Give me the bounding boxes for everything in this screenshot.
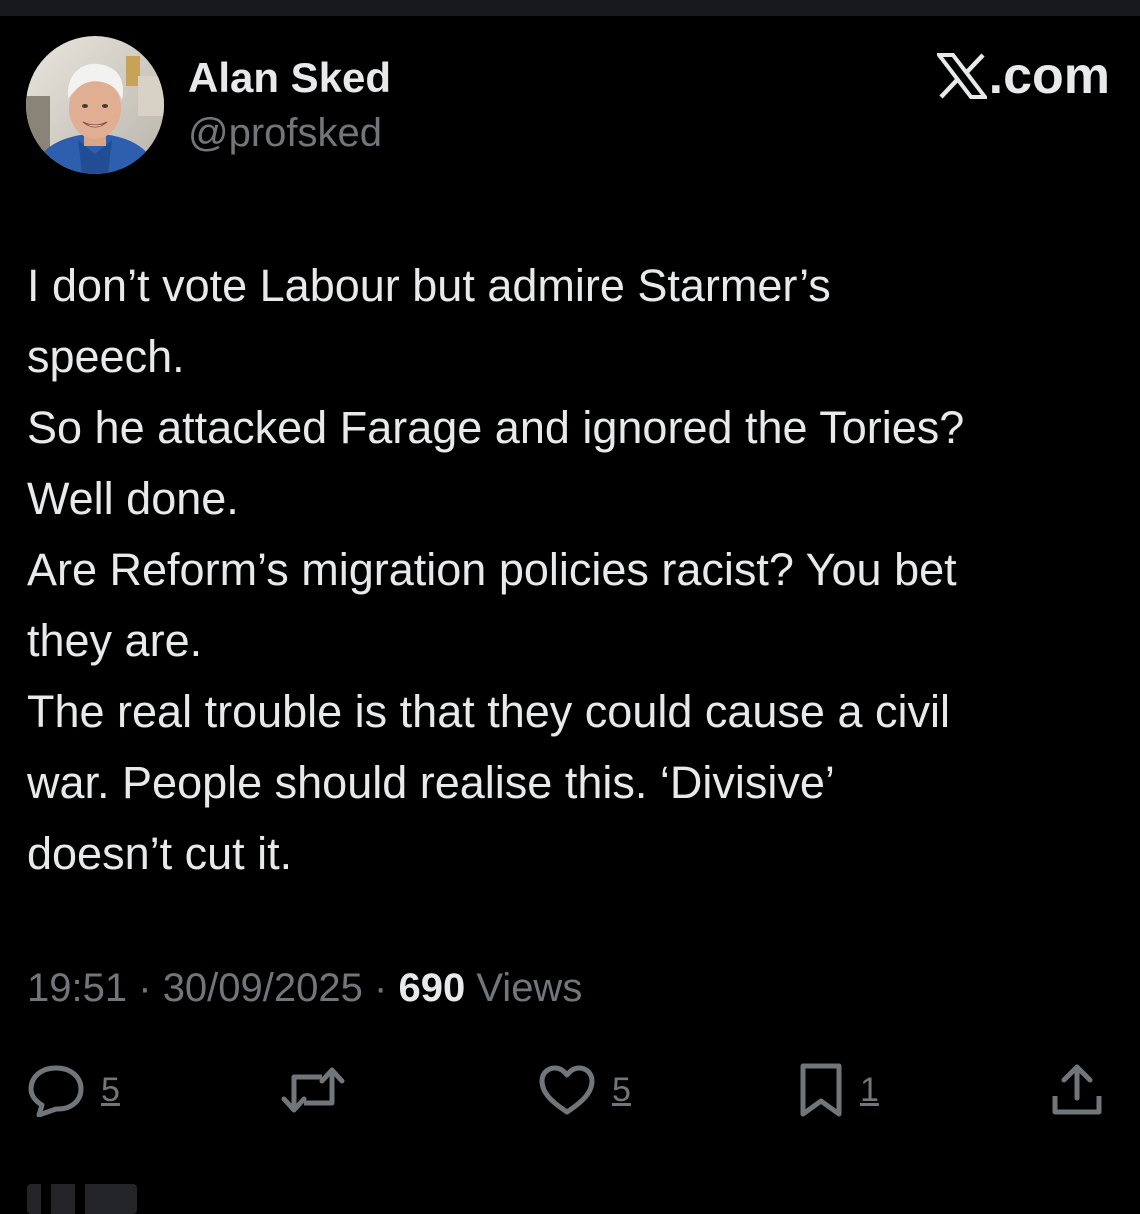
tweet-line: war. People should realise this. ‘Divisi…	[27, 757, 835, 808]
author-handle[interactable]: @profsked	[188, 108, 391, 158]
tweet-text: I don’t vote Labour but admire Starmer’s…	[27, 250, 1127, 889]
tweet-line: they are.	[27, 615, 203, 666]
brand-logo: .com	[936, 46, 1110, 106]
reply-button[interactable]: 5	[27, 1060, 120, 1120]
like-button[interactable]: 5	[538, 1060, 631, 1120]
tweet-line: The real trouble is that they could caus…	[27, 686, 950, 737]
share-icon	[1052, 1064, 1102, 1115]
tweet-line: I don’t vote Labour but admire Starmer’s	[27, 260, 831, 311]
tweet-actions: 5 5 1	[0, 1060, 1140, 1120]
avatar[interactable]	[26, 36, 164, 174]
tweet-line: speech.	[27, 331, 185, 382]
tweet-line: So he attacked Farage and ignored the To…	[27, 402, 965, 453]
brand-text: .com	[988, 47, 1110, 105]
tweet-meta: 19:51 · 30/09/2025 · 690 Views	[27, 958, 582, 1018]
x-logo-icon	[936, 53, 987, 99]
repost-icon	[281, 1067, 345, 1113]
meta-separator: ·	[374, 966, 388, 1010]
tweet-date[interactable]: 30/09/2025	[163, 966, 363, 1010]
author-display-name[interactable]: Alan Sked	[188, 54, 391, 102]
tweet-line: Well done.	[27, 473, 239, 524]
cut-off-content	[27, 1184, 147, 1214]
reply-icon	[28, 1065, 84, 1117]
views-label[interactable]: Views	[476, 966, 582, 1010]
meta-separator: ·	[138, 966, 152, 1010]
like-count[interactable]: 5	[612, 1070, 631, 1110]
tweet-time[interactable]: 19:51	[27, 966, 127, 1010]
author-names: Alan Sked @profsked	[188, 54, 391, 158]
repost-button[interactable]	[280, 1060, 346, 1120]
reply-count[interactable]: 5	[101, 1070, 120, 1110]
tweet-line: doesn’t cut it.	[27, 828, 293, 879]
bookmark-icon	[800, 1063, 842, 1117]
bookmark-count[interactable]: 1	[860, 1070, 879, 1110]
views-count[interactable]: 690	[398, 966, 465, 1010]
tweet-line: Are Reform’s migration policies racist? …	[27, 544, 957, 595]
bookmark-button[interactable]: 1	[798, 1060, 879, 1120]
top-status-strip	[0, 0, 1140, 16]
heart-icon	[539, 1065, 595, 1115]
share-button[interactable]	[1050, 1060, 1104, 1120]
